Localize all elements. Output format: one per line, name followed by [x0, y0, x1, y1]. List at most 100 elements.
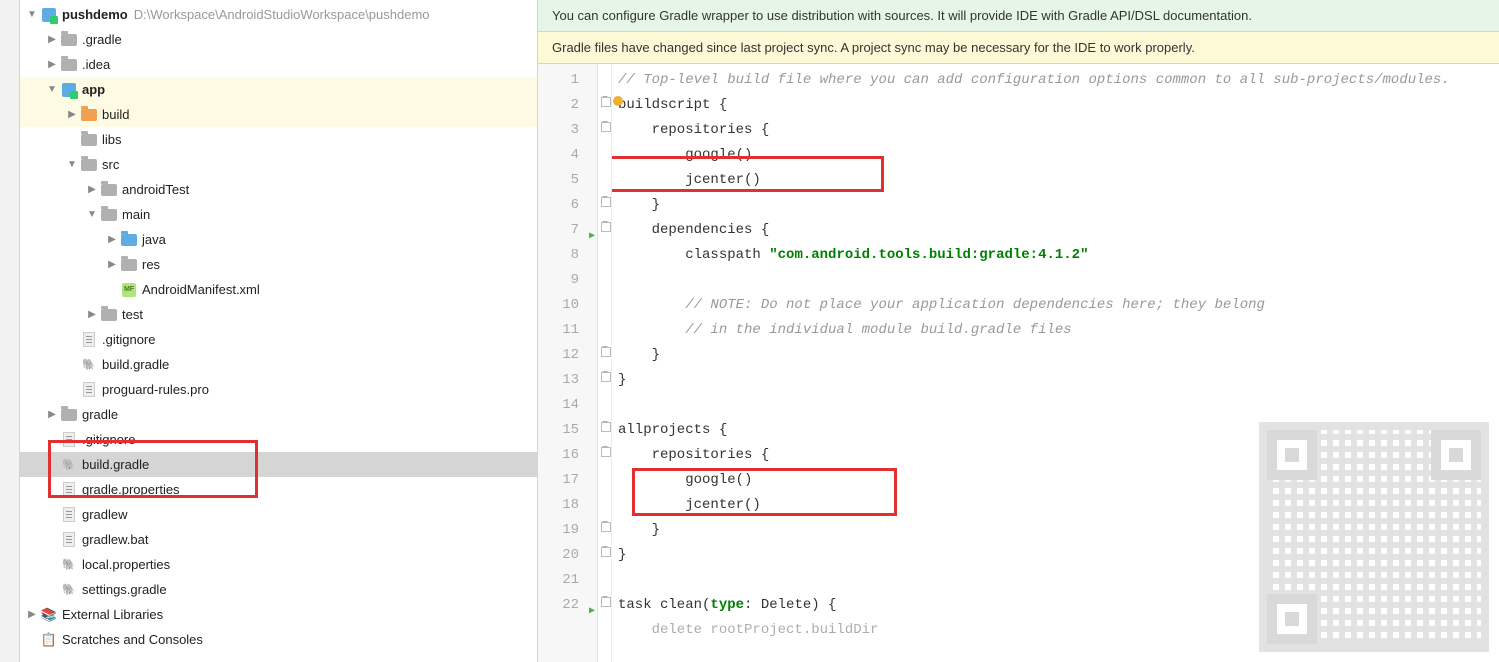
- gradle-icon: [80, 356, 98, 374]
- line-number: 19: [538, 518, 597, 543]
- tree-gitignore-app[interactable]: .gitignore: [20, 327, 537, 352]
- fold-icon[interactable]: [598, 114, 611, 139]
- line-number: 22▶: [538, 593, 597, 618]
- line-number: 4: [538, 143, 597, 168]
- tree-idea-dir[interactable]: .idea: [20, 52, 537, 77]
- tree-build[interactable]: build: [20, 102, 537, 127]
- tree-build-gradle-app[interactable]: build.gradle: [20, 352, 537, 377]
- tree-test[interactable]: test: [20, 302, 537, 327]
- code-content[interactable]: // Top-level build file where you can ad…: [612, 64, 1499, 662]
- run-gutter-icon[interactable]: ▶: [589, 599, 595, 624]
- line-number: 1: [538, 68, 597, 93]
- module-icon: [40, 6, 58, 24]
- chevron-right-icon[interactable]: [84, 309, 100, 320]
- folder-icon: [100, 306, 118, 324]
- fold-icon[interactable]: [598, 439, 611, 464]
- line-number: 5: [538, 168, 597, 193]
- fold-icon[interactable]: [598, 189, 611, 214]
- tree-src[interactable]: src: [20, 152, 537, 177]
- line-number: 21: [538, 568, 597, 593]
- code-editor[interactable]: 1 2 3 4 5 6 7▶ 8 9 10 11 12 13 14 15 16 …: [538, 64, 1499, 662]
- chevron-right-icon[interactable]: [104, 234, 120, 245]
- line-number-gutter: 1 2 3 4 5 6 7▶ 8 9 10 11 12 13 14 15 16 …: [538, 64, 598, 662]
- fold-icon[interactable]: [598, 414, 611, 439]
- folder-icon: [100, 181, 118, 199]
- fold-icon[interactable]: [598, 89, 611, 114]
- chevron-right-icon[interactable]: [44, 59, 60, 70]
- line-number: 17: [538, 468, 597, 493]
- folder-icon: [100, 206, 118, 224]
- fold-icon[interactable]: [598, 364, 611, 389]
- fold-icon[interactable]: [598, 589, 611, 614]
- line-number: 7▶: [538, 218, 597, 243]
- project-name: pushdemo: [62, 7, 128, 22]
- line-number: 10: [538, 293, 597, 318]
- chevron-right-icon[interactable]: [44, 409, 60, 420]
- chevron-right-icon[interactable]: [104, 259, 120, 270]
- banner-gradle-sync[interactable]: Gradle files have changed since last pro…: [538, 32, 1499, 64]
- chevron-down-icon[interactable]: [44, 84, 60, 95]
- fold-icon[interactable]: [598, 339, 611, 364]
- line-number: 2: [538, 93, 597, 118]
- chevron-down-icon[interactable]: [64, 159, 80, 170]
- module-icon: [60, 81, 78, 99]
- scratch-icon: 📋: [40, 631, 58, 649]
- tool-window-strip[interactable]: [0, 0, 20, 662]
- project-path: D:\Workspace\AndroidStudioWorkspace\push…: [134, 7, 430, 22]
- file-icon: [60, 531, 78, 549]
- tree-build-gradle-root[interactable]: build.gradle: [20, 452, 537, 477]
- tree-libs[interactable]: libs: [20, 127, 537, 152]
- tree-settings-gradle[interactable]: settings.gradle: [20, 577, 537, 602]
- tree-res[interactable]: res: [20, 252, 537, 277]
- line-number: 18: [538, 493, 597, 518]
- folder-icon: [120, 231, 138, 249]
- banner-text: Gradle files have changed since last pro…: [552, 40, 1195, 55]
- tree-local-properties[interactable]: local.properties: [20, 552, 537, 577]
- line-number: 3: [538, 118, 597, 143]
- tree-gradle-properties[interactable]: gradle.properties: [20, 477, 537, 502]
- line-number: 13: [538, 368, 597, 393]
- tree-androidtest[interactable]: androidTest: [20, 177, 537, 202]
- line-number: 12: [538, 343, 597, 368]
- line-number: 20: [538, 543, 597, 568]
- tree-gradlew[interactable]: gradlew: [20, 502, 537, 527]
- tree-gradle-dir[interactable]: .gradle: [20, 27, 537, 52]
- fold-strip: [598, 64, 612, 662]
- tree-gradle-folder[interactable]: gradle: [20, 402, 537, 427]
- folder-icon: [60, 31, 78, 49]
- file-icon: [60, 506, 78, 524]
- banner-gradle-wrapper[interactable]: You can configure Gradle wrapper to use …: [538, 0, 1499, 32]
- tree-gitignore-root[interactable]: .gitignore: [20, 427, 537, 452]
- tree-external-libs[interactable]: 📚 External Libraries: [20, 602, 537, 627]
- manifest-icon: MF: [120, 281, 138, 299]
- file-icon: [60, 431, 78, 449]
- tree-java[interactable]: java: [20, 227, 537, 252]
- tree-proguard[interactable]: proguard-rules.pro: [20, 377, 537, 402]
- folder-icon: [80, 156, 98, 174]
- tree-app[interactable]: app: [20, 77, 537, 102]
- line-number: 16: [538, 443, 597, 468]
- folder-icon: [120, 256, 138, 274]
- folder-icon: [60, 56, 78, 74]
- file-icon: [60, 481, 78, 499]
- tree-main[interactable]: main: [20, 202, 537, 227]
- tree-manifest[interactable]: MF AndroidManifest.xml: [20, 277, 537, 302]
- chevron-right-icon[interactable]: [64, 109, 80, 120]
- chevron-right-icon[interactable]: [24, 609, 40, 620]
- fold-icon[interactable]: [598, 214, 611, 239]
- gradle-icon: [60, 581, 78, 599]
- tree-root[interactable]: pushdemo D:\Workspace\AndroidStudioWorks…: [20, 2, 537, 27]
- library-icon: 📚: [40, 606, 58, 624]
- tree-gradlew-bat[interactable]: gradlew.bat: [20, 527, 537, 552]
- fold-icon[interactable]: [598, 539, 611, 564]
- chevron-right-icon[interactable]: [84, 184, 100, 195]
- fold-icon[interactable]: [598, 514, 611, 539]
- tree-scratches[interactable]: 📋 Scratches and Consoles: [20, 627, 537, 652]
- chevron-right-icon[interactable]: [44, 34, 60, 45]
- chevron-down-icon[interactable]: [84, 209, 100, 220]
- line-number: 8: [538, 243, 597, 268]
- folder-icon: [80, 106, 98, 124]
- chevron-down-icon[interactable]: [24, 9, 40, 20]
- gradle-icon: [60, 556, 78, 574]
- gradle-icon: [60, 456, 78, 474]
